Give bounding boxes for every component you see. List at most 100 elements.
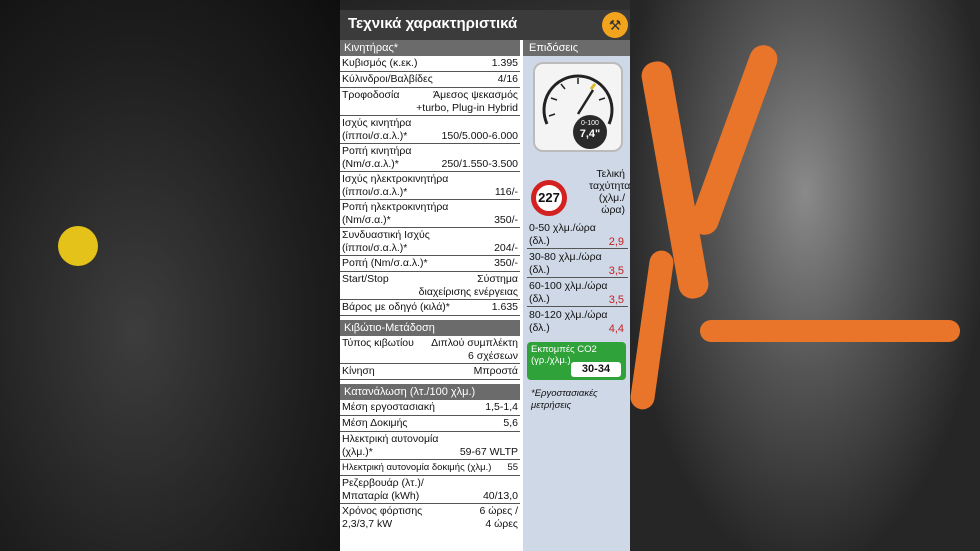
- top-speed-sign: 227: [531, 180, 567, 216]
- spec-header: Τεχνικά χαρακτηριστικά ⚒: [340, 10, 630, 40]
- row-value: 1.635: [491, 301, 518, 313]
- row-label: Ροπή κινητήρα: [342, 145, 412, 157]
- row-value: 150/5.000-6.000: [441, 130, 518, 142]
- footnote-line: *Εργοστασιακές: [531, 388, 598, 399]
- table-row: Κυβισμός (κ.εκ.) 1.395: [340, 56, 520, 72]
- accel-label: 60-100 χλμ./ώρα (δλ.): [529, 280, 608, 306]
- spec-table: Κινητήρας* Κυβισμός (κ.εκ.) 1.395 Κύλινδ…: [340, 40, 520, 551]
- accel-label-line: (δλ.): [529, 264, 550, 276]
- row-value: 59-67 WLTP: [459, 446, 518, 458]
- gauge-unit: ": [595, 128, 601, 140]
- row-label: Ηλεκτρική αυτονομία δοκιμής (χλμ.): [342, 462, 492, 473]
- row-value: 350/-: [494, 257, 518, 269]
- spec-panel: Τεχνικά χαρακτηριστικά ⚒ Κινητήρας* Κυβι…: [340, 10, 630, 551]
- table-row: Μέση εργοστασιακή 1,5-1,4: [340, 400, 520, 416]
- row-value: διαχείρισης ενέργειας: [418, 286, 518, 298]
- row-label: (Nm/σ.α.λ.)*: [342, 158, 399, 170]
- row-value: 250/1.550-3.500: [441, 158, 518, 170]
- table-row: Χρόνος φόρτισης 2,3/3,7 kW 6 ώρες / 4 ώρ…: [340, 504, 520, 532]
- row-label: Κίνηση: [342, 365, 375, 377]
- acceleration-badge: 0-100 7,4": [573, 115, 607, 149]
- table-row: Συνδυαστική Ισχύς (ίπποι/σ.α.λ.)* 204/-: [340, 228, 520, 256]
- row-label: Ισχύς κινητήρα: [342, 117, 412, 129]
- table-row: Start/Stop Σύστημα διαχείρισης ενέργειας: [340, 272, 520, 300]
- row-label: Τροφοδοσία: [342, 89, 400, 101]
- table-row: Ηλεκτρική αυτονομία δοκιμής (χλμ.) 55: [340, 460, 520, 476]
- row-label: Κύλινδροι/Βαλβίδες: [342, 73, 433, 85]
- orange-cable-photo: [700, 320, 960, 342]
- row-label: (ίπποι/σ.α.λ.)*: [342, 186, 408, 198]
- top-speed-label-line: (χλμ./: [598, 192, 625, 204]
- row-value: 5,6: [503, 417, 518, 429]
- accel-label-line: 60-100 χλμ./ώρα: [529, 280, 608, 292]
- accel-label-line: (δλ.): [529, 322, 550, 334]
- row-label: Ροπή (Nm/σ.α.λ.)*: [342, 257, 428, 269]
- page-title: Τεχνικά χαρακτηριστικά: [348, 15, 518, 32]
- row-value: Μπροστά: [473, 365, 518, 377]
- table-row: Κύλινδροι/Βαλβίδες 4/16: [340, 72, 520, 88]
- row-label: Μέση Δοκιμής: [342, 417, 408, 429]
- row-label: (Nm/σ.α.)*: [342, 214, 391, 226]
- co2-box: Εκπομπές CO2 (γρ./χλμ.) 30-34: [527, 342, 626, 380]
- accel-label: 30-80 χλμ./ώρα (δλ.): [529, 251, 602, 277]
- row-value: 204/-: [494, 242, 518, 254]
- accel-label-line: 30-80 χλμ./ώρα: [529, 251, 602, 263]
- accel-value: 4,4: [608, 323, 624, 335]
- row-label: Ηλεκτρική αυτονομία: [342, 433, 439, 445]
- row-value: Άμεσος ψεκασμός: [433, 89, 518, 101]
- divider: [527, 277, 628, 278]
- row-value: 1,5-1,4: [485, 401, 518, 413]
- top-speed-label-line: Τελική: [596, 168, 625, 180]
- row-label: 2,3/3,7 kW: [342, 518, 393, 530]
- table-row: Ισχύς κινητήρα (ίπποι/σ.α.λ.)* 150/5.000…: [340, 116, 520, 144]
- table-row: Ισχύς ηλεκτροκινητήρα (ίπποι/σ.α.λ.)* 11…: [340, 172, 520, 200]
- section-performance: Επιδόσεις: [523, 40, 630, 56]
- row-label: Μπαταρία (kWh): [342, 490, 420, 502]
- accel-label: 0-50 χλμ./ώρα (δλ.): [529, 222, 596, 248]
- row-label: (χλμ.)*: [342, 446, 373, 458]
- table-row: Κίνηση Μπροστά: [340, 364, 520, 380]
- gauge-label: 0-100: [581, 120, 599, 127]
- speedometer-icon: 0-100 7,4": [533, 62, 623, 152]
- section-gearbox: Κιβώτιο-Μετάδοση: [340, 320, 520, 336]
- table-row: Τροφοδοσία Άμεσος ψεκασμός +turbo, Plug-…: [340, 88, 520, 116]
- oil-cap-photo: [58, 226, 98, 266]
- co2-label-line: Εκπομπές CO2: [531, 344, 597, 355]
- footnote: *Εργοστασιακές μετρήσεις: [531, 388, 598, 412]
- performance-panel: Επιδόσεις 0-100 7,4" 227 Τελική ταχύτητα…: [523, 40, 630, 551]
- accel-label-line: 0-50 χλμ./ώρα: [529, 222, 596, 234]
- top-speed-label-line: ώρα): [601, 204, 625, 216]
- row-value: 116/-: [494, 186, 518, 198]
- row-label: Ρεζερβουάρ (λτ.)/: [342, 477, 424, 489]
- row-label: Τύπος κιβωτίου: [342, 337, 414, 349]
- accel-value: 2,9: [608, 236, 624, 248]
- row-value: 6 ώρες /: [479, 505, 518, 517]
- row-value: 350/-: [494, 214, 518, 226]
- table-row: Ροπή (Nm/σ.α.λ.)* 350/-: [340, 256, 520, 272]
- table-row: Τύπος κιβωτίου Διπλού συμπλέκτη 6 σχέσεω…: [340, 336, 520, 364]
- row-value: 4/16: [497, 73, 518, 85]
- top-speed-label-line: ταχύτητα: [589, 180, 631, 192]
- row-label: (ίπποι/σ.α.λ.)*: [342, 130, 408, 142]
- engine-cover-photo: [0, 0, 340, 551]
- accel-value: 3,5: [608, 265, 624, 277]
- table-row: Βάρος με οδηγό (κιλά)* 1.635: [340, 300, 520, 316]
- accel-label-line: 80-120 χλμ./ώρα: [529, 309, 608, 321]
- accel-label: 80-120 χλμ./ώρα (δλ.): [529, 309, 608, 335]
- section-consumption: Κατανάλωση (λτ./100 χλμ.): [340, 384, 520, 400]
- table-row: Ροπή ηλεκτροκινητήρα (Nm/σ.α.)* 350/-: [340, 200, 520, 228]
- section-engine: Κινητήρας*: [340, 40, 520, 56]
- accel-value: 3,5: [608, 294, 624, 306]
- row-value: +turbo, Plug-in Hybrid: [416, 102, 518, 114]
- row-value: Σύστημα: [477, 273, 518, 285]
- row-value: 1.395: [491, 57, 518, 69]
- row-value: 40/13,0: [482, 490, 518, 502]
- tools-icon: ⚒: [602, 12, 628, 38]
- row-label: Κυβισμός (κ.εκ.): [342, 57, 418, 69]
- table-row: Ρεζερβουάρ (λτ.)/ Μπαταρία (kWh) 40/13,0: [340, 476, 520, 504]
- row-label: Βάρος με οδηγό (κιλά)*: [342, 301, 450, 313]
- row-label: Start/Stop: [342, 273, 389, 285]
- table-row: Ροπή κινητήρα (Nm/σ.α.λ.)* 250/1.550-3.5…: [340, 144, 520, 172]
- row-label: (ίπποι/σ.α.λ.)*: [342, 242, 408, 254]
- table-row: Ηλεκτρική αυτονομία (χλμ.)* 59-67 WLTP: [340, 432, 520, 460]
